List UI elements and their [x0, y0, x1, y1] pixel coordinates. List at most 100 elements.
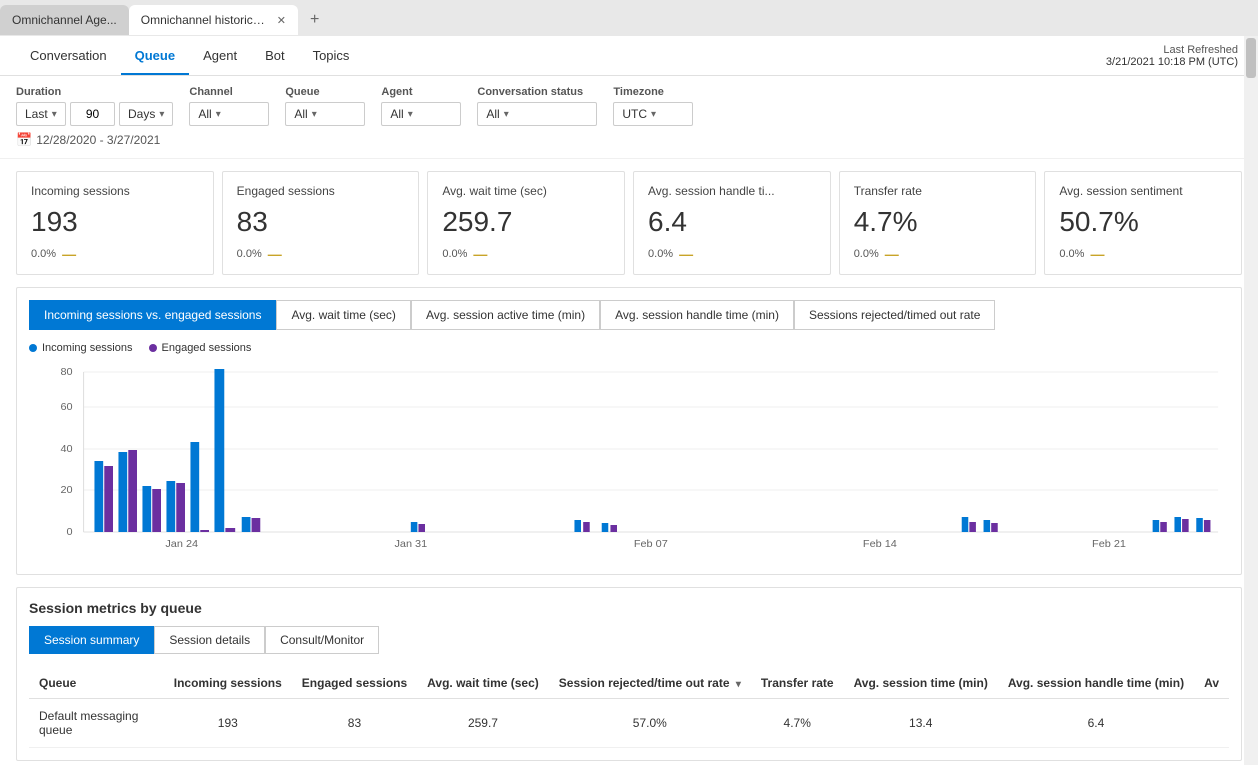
- kpi-footer-5: 0.0% —: [1059, 246, 1227, 262]
- timezone-value: UTC: [622, 107, 647, 121]
- kpi-dash-1: —: [268, 246, 282, 262]
- duration-value-input[interactable]: [70, 102, 115, 126]
- duration-unit-select[interactable]: Days ▾: [119, 102, 173, 126]
- tab-2-title: Omnichannel historical an...: [141, 13, 271, 27]
- svg-text:Jan 24: Jan 24: [165, 539, 198, 550]
- legend-engaged: Engaged sessions: [149, 342, 252, 354]
- col-avg-handle: Avg. session handle time (min): [998, 668, 1194, 699]
- duration-preset-select[interactable]: Last ▾: [16, 102, 66, 126]
- section-title: Session metrics by queue: [29, 600, 1229, 616]
- agent-select[interactable]: All ▾: [381, 102, 461, 126]
- chevron-down-icon: ▾: [52, 109, 57, 120]
- chart-tab-2[interactable]: Avg. session active time (min): [411, 300, 600, 330]
- chart-tab-0[interactable]: Incoming sessions vs. engaged sessions: [29, 300, 276, 330]
- queue-select[interactable]: All ▾: [285, 102, 365, 126]
- cell-engaged: 83: [292, 699, 417, 748]
- kpi-change-1: 0.0%: [237, 248, 262, 260]
- conv-status-select[interactable]: All ▾: [477, 102, 597, 126]
- tab-bot[interactable]: Bot: [251, 36, 299, 75]
- filter-channel: Channel All ▾: [189, 86, 269, 126]
- tab-agent[interactable]: Agent: [189, 36, 251, 75]
- sub-tabs: Session summary Session details Consult/…: [29, 626, 1229, 654]
- col-rejected-label: Session rejected/time out rate: [559, 676, 730, 690]
- tab-conversation[interactable]: Conversation: [16, 36, 121, 75]
- close-icon[interactable]: ✕: [277, 14, 286, 27]
- metrics-section: Session metrics by queue Session summary…: [16, 587, 1242, 761]
- channel-value: All: [198, 107, 211, 121]
- svg-text:Jan 31: Jan 31: [394, 539, 427, 550]
- kpi-section: Incoming sessions 193 0.0% — Engaged ses…: [0, 159, 1258, 287]
- scrollbar[interactable]: [1244, 36, 1258, 765]
- filter-row: Duration Last ▾ Days ▾ Channel: [16, 86, 1242, 126]
- svg-text:Feb 21: Feb 21: [1092, 539, 1126, 550]
- svg-text:20: 20: [61, 485, 73, 496]
- kpi-change-2: 0.0%: [442, 248, 467, 260]
- kpi-dash-5: —: [1090, 246, 1104, 262]
- kpi-footer-4: 0.0% —: [854, 246, 1022, 262]
- svg-text:40: 40: [61, 444, 73, 455]
- svg-text:Feb 07: Feb 07: [634, 539, 668, 550]
- add-tab-button[interactable]: +: [304, 9, 325, 31]
- chevron-down-icon: ▾: [312, 109, 317, 120]
- queue-label: Queue: [285, 86, 365, 98]
- sub-tab-summary[interactable]: Session summary: [29, 626, 154, 654]
- cell-avg-wait: 259.7: [417, 699, 549, 748]
- chart-tab-1[interactable]: Avg. wait time (sec): [276, 300, 410, 330]
- browser-tabs: Omnichannel Age... Omnichannel historica…: [0, 0, 1258, 36]
- chart-section: Incoming sessions vs. engaged sessions A…: [16, 287, 1242, 575]
- browser-tab-2[interactable]: Omnichannel historical an... ✕: [129, 5, 298, 35]
- browser-tab-1[interactable]: Omnichannel Age...: [0, 5, 129, 35]
- cell-rejected: 57.0%: [549, 699, 751, 748]
- legend-engaged-dot: [149, 344, 157, 352]
- kpi-change-5: 0.0%: [1059, 248, 1084, 260]
- duration-preset-value: Last: [25, 107, 48, 121]
- last-refreshed: Last Refreshed 3/21/2021 10:18 PM (UTC): [1106, 44, 1238, 68]
- scrollbar-thumb[interactable]: [1246, 38, 1256, 78]
- col-rejected[interactable]: Session rejected/time out rate ▾: [549, 668, 751, 699]
- kpi-footer-3: 0.0% —: [648, 246, 816, 262]
- svg-text:80: 80: [61, 367, 73, 378]
- kpi-value-1: 83: [237, 206, 405, 238]
- tab-queue[interactable]: Queue: [121, 36, 189, 75]
- sub-tab-details[interactable]: Session details: [154, 626, 265, 654]
- kpi-title-4: Transfer rate: [854, 184, 1022, 198]
- timezone-select[interactable]: UTC ▾: [613, 102, 693, 126]
- col-av: Av: [1194, 668, 1229, 699]
- col-avg-wait: Avg. wait time (sec): [417, 668, 549, 699]
- svg-text:Feb 14: Feb 14: [863, 539, 897, 550]
- legend-incoming-label: Incoming sessions: [42, 342, 133, 354]
- kpi-card-5: Avg. session sentiment 50.7% 0.0% —: [1044, 171, 1242, 275]
- kpi-title-3: Avg. session handle ti...: [648, 184, 816, 198]
- chart-tabs: Incoming sessions vs. engaged sessions A…: [29, 300, 1229, 330]
- filter-agent: Agent All ▾: [381, 86, 461, 126]
- kpi-title-5: Avg. session sentiment: [1059, 184, 1227, 198]
- filters-section: Duration Last ▾ Days ▾ Channel: [0, 76, 1258, 159]
- channel-select[interactable]: All ▾: [189, 102, 269, 126]
- kpi-value-3: 6.4: [648, 206, 816, 238]
- last-refreshed-value: 3/21/2021 10:18 PM (UTC): [1106, 56, 1238, 68]
- kpi-value-4: 4.7%: [854, 206, 1022, 238]
- kpi-value-5: 50.7%: [1059, 206, 1227, 238]
- conv-status-label: Conversation status: [477, 86, 597, 98]
- tab-topics[interactable]: Topics: [299, 36, 364, 75]
- chart-tab-3[interactable]: Avg. session handle time (min): [600, 300, 794, 330]
- chevron-down-icon: ▾: [216, 109, 221, 120]
- sub-tab-consult[interactable]: Consult/Monitor: [265, 626, 379, 654]
- kpi-change-4: 0.0%: [854, 248, 879, 260]
- duration-unit-value: Days: [128, 107, 155, 121]
- chevron-down-icon: ▾: [651, 109, 656, 120]
- kpi-card-0: Incoming sessions 193 0.0% —: [16, 171, 214, 275]
- kpi-card-4: Transfer rate 4.7% 0.0% —: [839, 171, 1037, 275]
- chart-tab-4[interactable]: Sessions rejected/timed out rate: [794, 300, 995, 330]
- cell-queue: Default messaging queue: [29, 699, 164, 748]
- kpi-footer-0: 0.0% —: [31, 246, 199, 262]
- table-row: Default messaging queue 193 83 259.7 57.…: [29, 699, 1229, 748]
- cell-transfer: 4.7%: [751, 699, 844, 748]
- table-body: Default messaging queue 193 83 259.7 57.…: [29, 699, 1229, 748]
- kpi-value-0: 193: [31, 206, 199, 238]
- cell-avg-session: 13.4: [844, 699, 998, 748]
- duration-controls: Last ▾ Days ▾: [16, 102, 173, 126]
- header-row: Queue Incoming sessions Engaged sessions…: [29, 668, 1229, 699]
- col-engaged: Engaged sessions: [292, 668, 417, 699]
- legend-incoming: Incoming sessions: [29, 342, 133, 354]
